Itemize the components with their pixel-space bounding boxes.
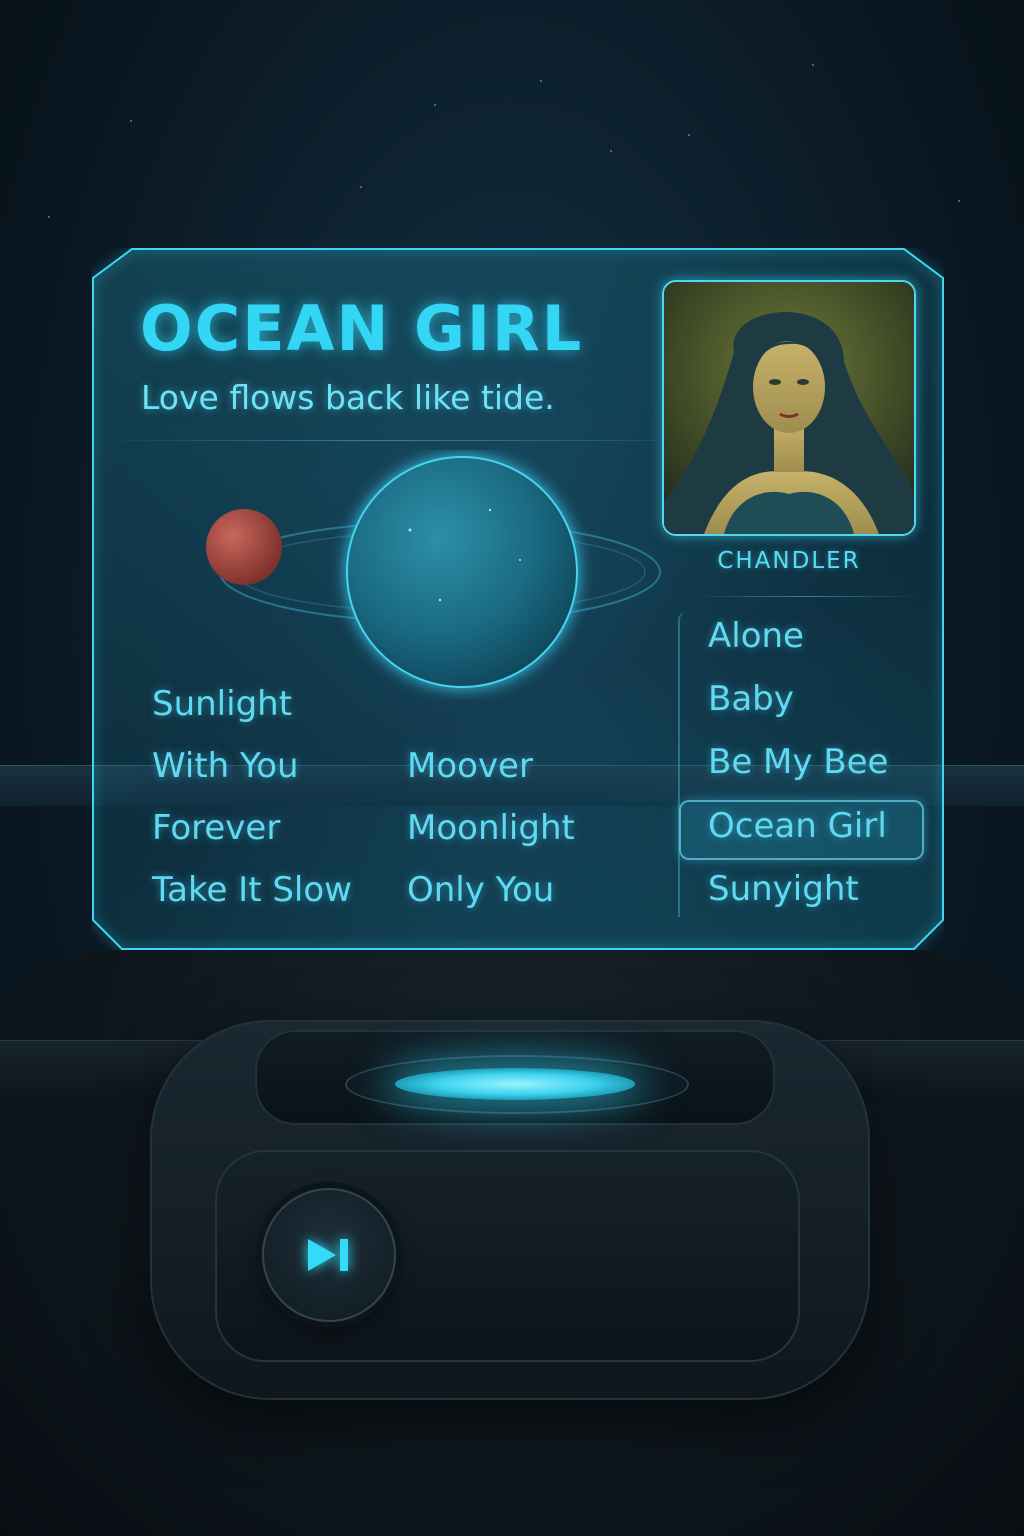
artist-name: CHANDLER bbox=[717, 548, 861, 574]
track-item[interactable]: Take It Slow bbox=[152, 870, 352, 910]
playlist-item[interactable]: Alone bbox=[708, 616, 804, 656]
track-item[interactable]: Moonlight bbox=[407, 808, 575, 848]
playlist-item-selected[interactable]: Ocean Girl bbox=[708, 806, 887, 846]
projector-lens bbox=[395, 1068, 635, 1100]
track-item[interactable]: Forever bbox=[152, 808, 280, 848]
header-divider bbox=[98, 440, 658, 441]
album-track-list: Sunlight With You Forever Take It Slow M… bbox=[152, 684, 652, 924]
song-subtitle: Love flows back like tide. bbox=[141, 378, 555, 417]
track-item[interactable]: Only You bbox=[407, 870, 554, 910]
artist-divider bbox=[690, 596, 920, 597]
playlist: Alone Baby Be My Bee Ocean Girl Sunyight bbox=[678, 612, 924, 917]
playlist-item[interactable]: Baby bbox=[708, 679, 794, 719]
playlist-item[interactable]: Be My Bee bbox=[708, 742, 888, 782]
skip-next-icon bbox=[308, 1239, 348, 1271]
moon bbox=[206, 509, 282, 585]
song-title: OCEAN GIRL bbox=[140, 292, 584, 365]
planet-illustration bbox=[206, 456, 661, 688]
track-item[interactable]: With You bbox=[152, 746, 299, 786]
album-cover-portrait bbox=[664, 282, 914, 534]
car-hud-scene: OCEAN GIRL Love flows back like tide. Su… bbox=[0, 0, 1024, 1536]
track-item[interactable]: Moover bbox=[407, 746, 533, 786]
next-track-button[interactable] bbox=[262, 1188, 396, 1322]
album-cover[interactable] bbox=[662, 280, 916, 536]
ocean-planet bbox=[346, 456, 578, 688]
playlist-item[interactable]: Sunyight bbox=[708, 869, 859, 909]
track-item[interactable]: Sunlight bbox=[152, 684, 292, 724]
